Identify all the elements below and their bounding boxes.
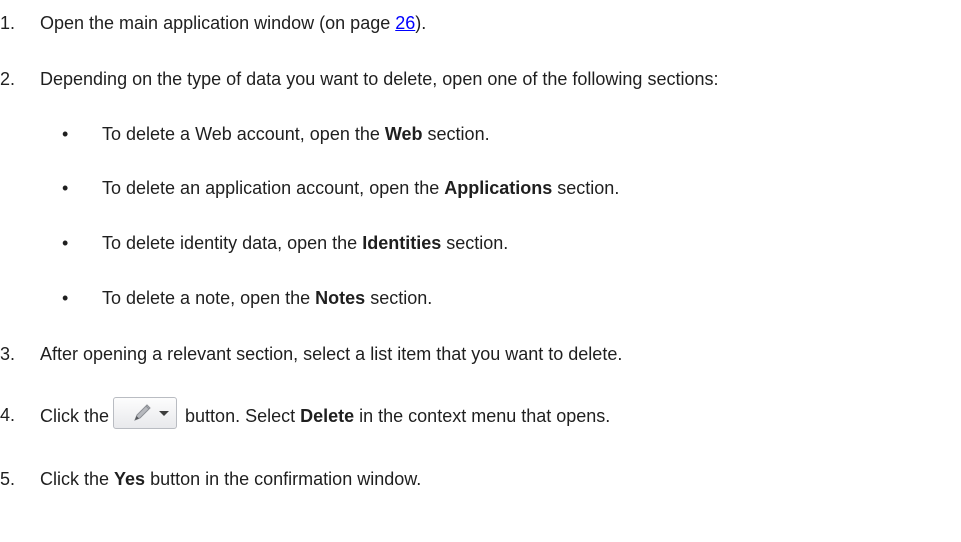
step-text: Click the Yes button in the confirmation…: [40, 469, 422, 489]
step-number: 5.: [0, 469, 16, 489]
chevron-down-icon: [159, 411, 170, 416]
button-name: Yes: [114, 469, 146, 489]
edit-dropdown-button-image: [113, 397, 178, 429]
section-name: Applications: [444, 178, 553, 198]
step-text: Open the main application window (on pag…: [40, 13, 427, 33]
step-number: 4.: [0, 405, 16, 425]
step-number: 3.: [0, 344, 16, 364]
bullet-text: To delete a note, open the Notes section…: [102, 288, 433, 308]
bullet-text: To delete an application account, open t…: [102, 178, 620, 198]
bullet-dot: •: [62, 288, 69, 308]
bullet-dot: •: [62, 178, 69, 198]
step-text: Depending on the type of data you want t…: [40, 69, 719, 89]
bullet-dot: •: [62, 233, 69, 253]
section-name: Web: [384, 124, 423, 144]
section-name: Identities: [362, 233, 442, 253]
step-text: Click the button. Select Delete in the co…: [40, 397, 610, 429]
step-number: 2.: [0, 69, 16, 89]
bullet-dot: •: [62, 124, 69, 144]
pencil-icon: [134, 404, 151, 421]
step-text: After opening a relevant section, select…: [40, 344, 623, 364]
bullet-text: To delete a Web account, open the Web se…: [102, 124, 490, 144]
section-name: Notes: [315, 288, 366, 308]
page-link[interactable]: 26: [395, 13, 415, 33]
menu-command: Delete: [300, 405, 355, 426]
bullet-text: To delete identity data, open the Identi…: [102, 233, 509, 253]
step-number: 1.: [0, 13, 16, 33]
